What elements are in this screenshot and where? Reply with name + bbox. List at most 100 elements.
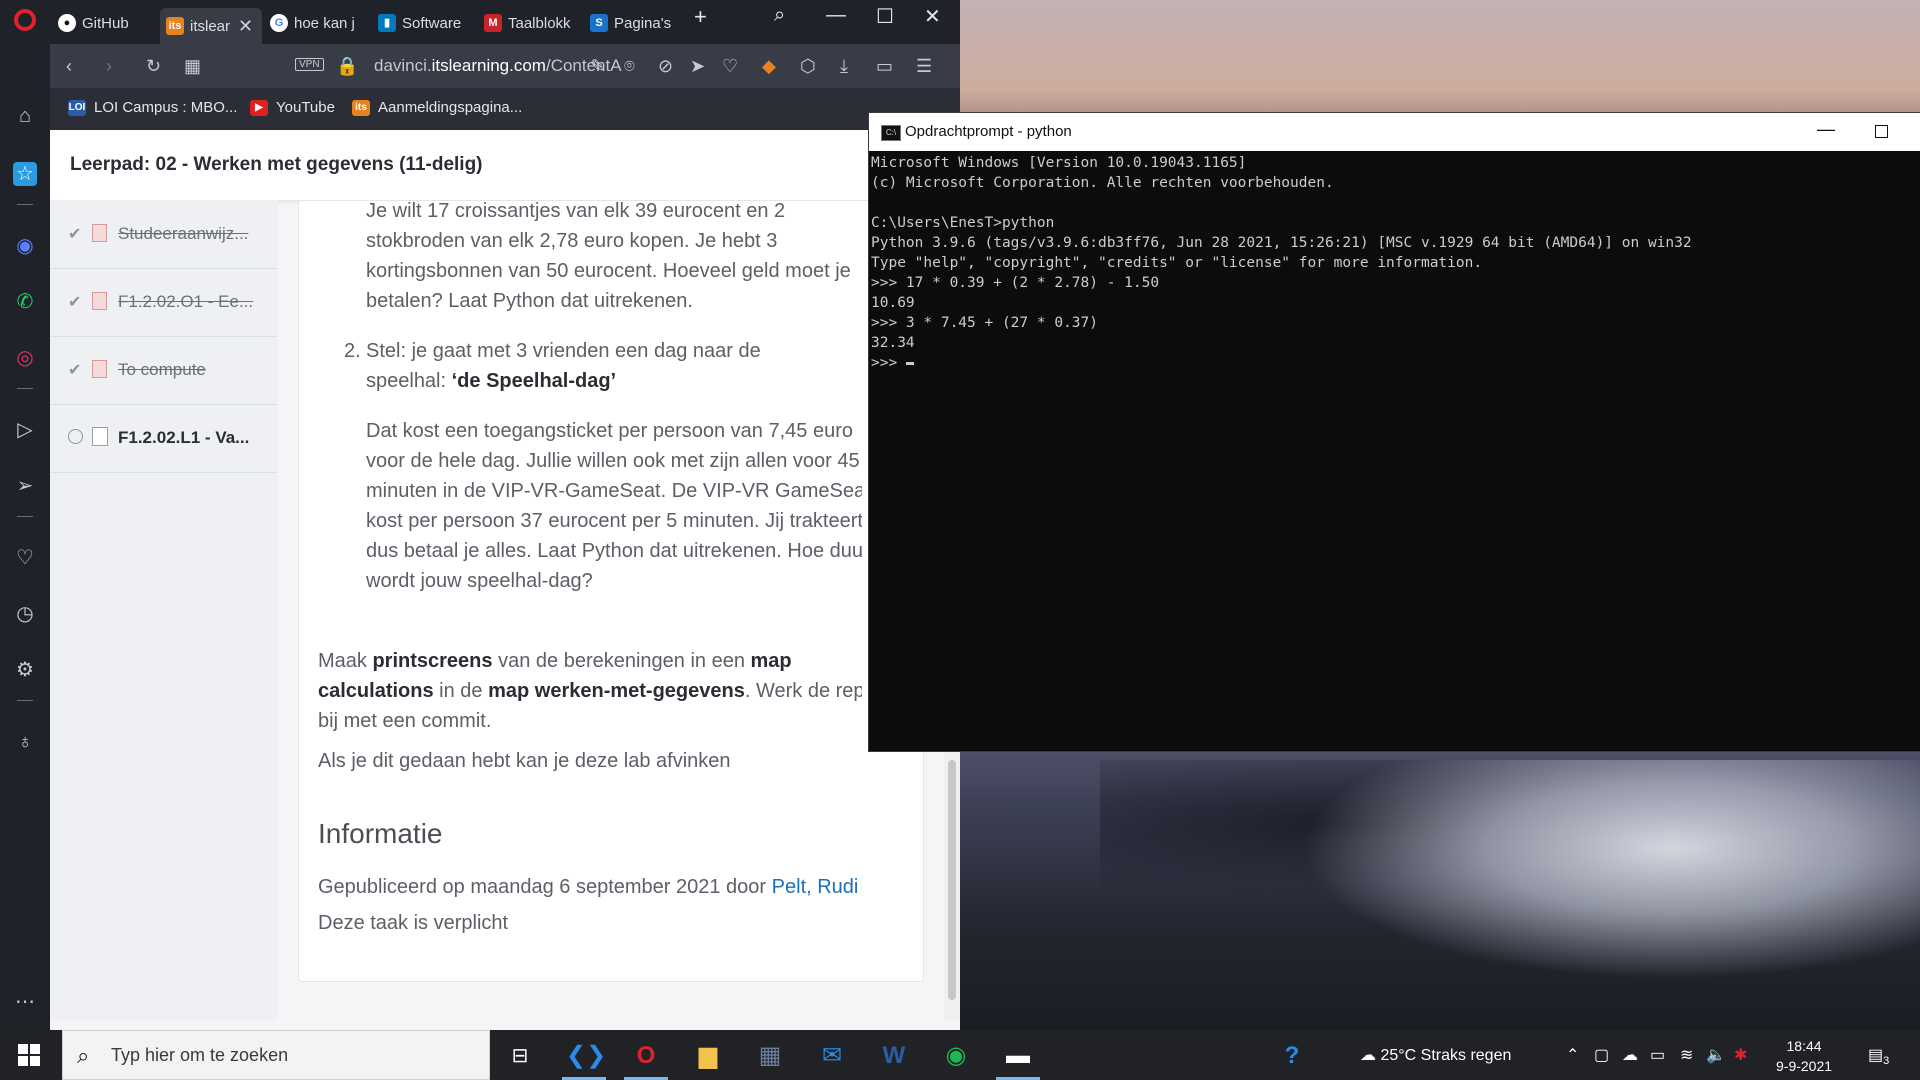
back-icon[interactable]: ‹ <box>66 56 72 77</box>
cube-icon[interactable]: ⬡ <box>800 56 816 77</box>
taskbar: ⌕ Typ hier om te zoeken ⊟ ❮❯ O ▆ ▦ ✉ W ◉… <box>0 1030 1920 1080</box>
document-icon <box>92 292 107 310</box>
incomplete-circle-icon <box>68 429 83 444</box>
cmd-maximize-icon[interactable] <box>1875 125 1888 138</box>
easy-setup-icon[interactable]: ☰ <box>916 56 932 77</box>
player-icon[interactable]: ▷ <box>13 418 37 442</box>
nav-item-studeeraanwijzing[interactable]: ✔ Studeeraanwijz... <box>50 200 278 269</box>
word-icon[interactable]: W <box>876 1038 912 1074</box>
battery-icon[interactable]: ▭ <box>876 56 893 77</box>
cmd-prompt: >>> <box>871 355 906 371</box>
tab-google[interactable]: G hoe kan j <box>270 8 370 38</box>
weather-widget[interactable]: ☁ 25°C Straks regen <box>1360 1045 1511 1065</box>
close-window-icon[interactable]: ✕ <box>924 4 941 29</box>
text-span: . Werk de repo <box>744 680 862 702</box>
tab-taalblokk[interactable]: M Taalblokk <box>484 8 584 38</box>
cmd-minimize-icon[interactable]: — <box>1817 119 1835 140</box>
maximize-icon[interactable]: ☐ <box>876 4 894 29</box>
speed-dial-icon[interactable]: ▦ <box>184 56 201 77</box>
bookmark-youtube[interactable]: ▶ YouTube <box>250 99 335 116</box>
trello-icon: ▮ <box>378 14 396 32</box>
question-1-line-3: kortingsbonnen van 50 eurocent. Hoeveel … <box>366 260 851 282</box>
vscode-icon[interactable]: ❮❯ <box>566 1038 606 1074</box>
nav-item-to-compute[interactable]: ✔ To compute <box>50 336 278 405</box>
bookmark-loi[interactable]: LOI LOI Campus : MBO... <box>68 99 237 116</box>
windows-start-icon[interactable] <box>18 1044 40 1066</box>
text-span: map werken-met-gegevens <box>488 680 745 702</box>
whatsapp-icon[interactable]: ✆ <box>13 290 37 314</box>
question-2-line-2: speelhal: ‘de Speelhal-dag’ <box>366 366 616 396</box>
calculator-icon[interactable]: ▦ <box>752 1038 788 1074</box>
spotify-icon[interactable]: ◉ <box>938 1038 974 1074</box>
cmd-output[interactable]: Microsoft Windows [Version 10.0.19043.11… <box>871 153 1911 373</box>
notification-count: 3 <box>1883 1055 1890 1068</box>
cmd-taskbar-icon[interactable]: ▬ <box>1000 1038 1036 1074</box>
camera-icon[interactable]: ⌾ <box>624 56 635 77</box>
meet-now-icon[interactable]: ▢ <box>1594 1045 1609 1065</box>
tab-paginas[interactable]: S Pagina's <box>590 8 690 38</box>
taskbar-search[interactable]: ⌕ Typ hier om te zoeken <box>62 1030 490 1080</box>
opera-sidebar: ⌂ ☆ ◉ ✆ ◎ ▷ ➢ ♡ ◷ ⚙ ♁ ⋯ <box>0 44 50 1030</box>
history-icon[interactable]: ◷ <box>13 602 37 626</box>
cmd-title-bar[interactable]: C:\ Opdrachtprompt - python — <box>869 113 1920 151</box>
question-2-para-line-3: minuten in de VIP-VR-GameSeat. De VIP-VR… <box>366 480 862 502</box>
lock-icon[interactable]: 🔒 <box>336 56 358 77</box>
cmd-icon: C:\ <box>881 125 901 141</box>
bookmark-label: YouTube <box>276 99 335 116</box>
tab-github[interactable]: ● GitHub <box>58 8 158 38</box>
forward-icon[interactable]: › <box>106 56 112 77</box>
tips-bulb-icon[interactable]: ♁ <box>13 730 37 754</box>
question-1-line-4: betalen? Laat Python dat uitrekenen. <box>366 290 693 312</box>
adblock-icon[interactable]: ⊘ <box>658 56 673 77</box>
volume-icon[interactable]: 🔈 <box>1706 1045 1726 1065</box>
notifications-icon[interactable]: ▤3 <box>1868 1045 1889 1067</box>
vpn-badge[interactable]: VPN <box>295 58 324 71</box>
nav-item-f1-2-02-l1[interactable]: F1.2.02.L1 - Va... <box>50 404 278 473</box>
cmd-line: >>> 3 * 7.45 + (27 * 0.37) <box>871 315 1098 331</box>
reload-icon[interactable]: ↻ <box>146 56 161 77</box>
mail-icon[interactable]: ✉ <box>814 1038 850 1074</box>
author-link[interactable]: Pelt, Rudi <box>772 876 859 898</box>
antivirus-icon[interactable]: ✱ <box>1734 1045 1747 1065</box>
settings-icon[interactable]: ⚙ <box>13 658 37 682</box>
flow-icon[interactable]: ➢ <box>13 474 37 498</box>
task-view-icon[interactable]: ⊟ <box>502 1038 538 1074</box>
heart-icon[interactable]: ♡ <box>722 56 738 77</box>
file-explorer-icon[interactable]: ▆ <box>690 1038 726 1074</box>
clock[interactable]: 18:44 9-9-2021 <box>1776 1036 1832 1076</box>
edit-icon[interactable]: ✎ <box>590 56 605 77</box>
tab-software[interactable]: ▮ Software <box>378 8 478 38</box>
send-icon[interactable]: ➤ <box>690 56 705 77</box>
starred-icon[interactable]: ☆ <box>13 162 37 186</box>
help-icon[interactable]: ? <box>1274 1038 1310 1074</box>
close-tab-icon[interactable]: ✕ <box>238 16 253 37</box>
nav-item-f1-2-02-o1[interactable]: ✔ F1.2.02.O1 - Ee... <box>50 268 278 337</box>
home-icon[interactable]: ⌂ <box>13 104 37 128</box>
bookmark-aanmelding[interactable]: its Aanmeldingspagina... <box>352 99 522 116</box>
pinboard-heart-icon[interactable]: ♡ <box>13 546 37 570</box>
new-tab-icon[interactable]: + <box>694 4 707 30</box>
text-span: printscreens <box>372 650 493 672</box>
command-prompt-window[interactable]: C:\ Opdrachtprompt - python — Microsoft … <box>868 112 1920 752</box>
opera-menu-icon[interactable] <box>14 9 36 31</box>
tab-label: Pagina's <box>614 14 672 32</box>
instagram-icon[interactable]: ◎ <box>13 346 37 370</box>
tab-itslearning[interactable]: its itslear ✕ <box>160 8 262 44</box>
download-icon[interactable]: ⤓ <box>840 56 848 77</box>
search-tabs-icon[interactable]: ⌕ <box>774 4 785 27</box>
opera-taskbar-icon[interactable]: O <box>628 1038 664 1074</box>
minimize-icon[interactable]: — <box>826 4 846 27</box>
url-field[interactable]: davinci.itslearning.com/ContentA <box>374 56 622 76</box>
onedrive-icon[interactable]: ☁ <box>1622 1045 1638 1065</box>
cmd-prompt-line[interactable]: >>> <box>871 353 1911 373</box>
metamask-icon[interactable]: ◆ <box>762 56 776 77</box>
question-2-line-1: Stel: je gaat met 3 vrienden een dag naa… <box>366 340 761 362</box>
wifi-icon[interactable]: ≋ <box>1680 1045 1693 1065</box>
text-span: in de <box>433 680 489 702</box>
text-span: Gepubliceerd op maandag 6 september 2021… <box>318 876 772 898</box>
messenger-icon[interactable]: ◉ <box>13 234 37 258</box>
more-icon[interactable]: ⋯ <box>13 990 37 1014</box>
show-hidden-icons[interactable]: ⌃ <box>1566 1045 1579 1065</box>
battery-tray-icon[interactable]: ▭ <box>1650 1045 1665 1065</box>
scrollbar-thumb[interactable] <box>948 760 956 1000</box>
